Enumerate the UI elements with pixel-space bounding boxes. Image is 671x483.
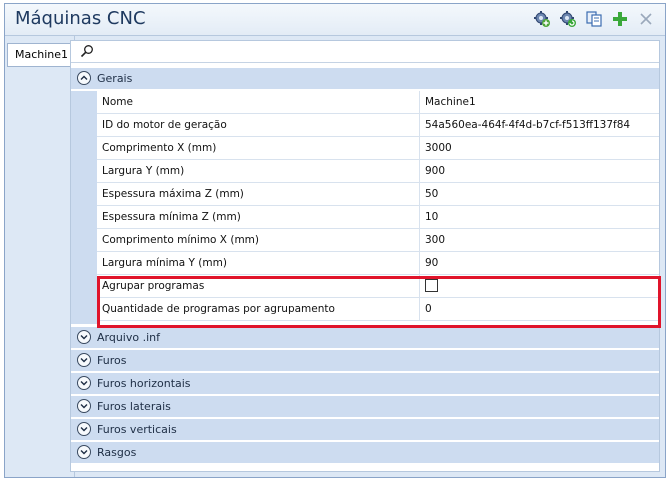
property-row-min-thickness-z[interactable]: Espessura mínima Z (mm) 10 (97, 206, 659, 229)
property-row-min-width-y[interactable]: Largura mínima Y (mm) 90 (97, 252, 659, 275)
chevron-down-icon[interactable] (77, 376, 91, 390)
property-grid: Gerais Nome Machine1 ID do motor de gera… (70, 40, 660, 472)
property-name: Agrupar programas (102, 280, 205, 292)
property-row-min-length-x[interactable]: Comprimento mínimo X (mm) 300 (97, 229, 659, 252)
section-furos-horizontais[interactable]: Furos horizontais (71, 373, 659, 395)
chevron-down-icon[interactable] (77, 445, 91, 459)
gear-refresh-icon[interactable] (559, 10, 577, 28)
property-row-nome[interactable]: Nome Machine1 (97, 91, 659, 114)
property-value[interactable]: 300 (425, 234, 445, 246)
chevron-down-icon[interactable] (77, 353, 91, 367)
add-icon[interactable] (611, 10, 629, 28)
search-bar[interactable] (71, 41, 659, 63)
search-icon (80, 45, 93, 58)
property-name: Quantidade de programas por agrupamento (102, 303, 335, 315)
section-rasgos[interactable]: Rasgos (71, 442, 659, 464)
chevron-down-icon[interactable] (77, 399, 91, 413)
gear-add-icon[interactable] (533, 10, 551, 28)
property-value[interactable]: 90 (425, 257, 438, 269)
property-value[interactable]: 54a560ea-464f-4f4d-b7cf-f513ff137f84 (425, 119, 630, 131)
property-name: Espessura mínima Z (mm) (102, 211, 241, 223)
section-furos-verticais[interactable]: Furos verticais (71, 419, 659, 441)
section-furos-laterais[interactable]: Furos laterais (71, 396, 659, 418)
chevron-up-icon[interactable] (77, 71, 91, 85)
section-label: Furos verticais (97, 423, 177, 436)
property-name: Largura mínima Y (mm) (102, 257, 227, 269)
tab-machine1[interactable]: Machine1 (7, 43, 73, 67)
property-name: Largura Y (mm) (102, 165, 185, 177)
property-name: Comprimento mínimo X (mm) (102, 234, 259, 246)
row-gutter (71, 91, 97, 324)
chevron-down-icon[interactable] (77, 330, 91, 344)
column-divider (419, 183, 420, 205)
close-icon[interactable] (637, 10, 655, 28)
column-divider (419, 137, 420, 159)
property-value[interactable]: 10 (425, 211, 438, 223)
property-value[interactable]: 3000 (425, 142, 452, 154)
machine-tab-strip: Machine1 (5, 36, 75, 477)
column-divider (419, 91, 420, 113)
column-divider (419, 206, 420, 228)
property-value[interactable]: 50 (425, 188, 438, 200)
property-row-max-thickness-z[interactable]: Espessura máxima Z (mm) 50 (97, 183, 659, 206)
copy-icon[interactable] (585, 10, 603, 28)
property-name: ID do motor de geração (102, 119, 227, 131)
column-divider (419, 229, 420, 251)
section-gerais[interactable]: Gerais (71, 68, 659, 90)
property-name: Espessura máxima Z (mm) (102, 188, 244, 200)
section-label: Furos laterais (97, 400, 171, 413)
column-divider (419, 160, 420, 182)
column-divider (419, 252, 420, 274)
column-divider (419, 275, 420, 297)
property-value[interactable]: 900 (425, 165, 445, 177)
column-divider (419, 114, 420, 136)
column-divider (419, 298, 420, 320)
property-row-length-x[interactable]: Comprimento X (mm) 3000 (97, 137, 659, 160)
chevron-down-icon[interactable] (77, 422, 91, 436)
property-value[interactable]: 0 (425, 303, 432, 315)
property-name: Comprimento X (mm) (102, 142, 217, 154)
property-name: Nome (102, 96, 133, 108)
section-label: Gerais (97, 72, 133, 85)
section-furos[interactable]: Furos (71, 350, 659, 372)
property-row-engine-id[interactable]: ID do motor de geração 54a560ea-464f-4f4… (97, 114, 659, 137)
section-label: Furos (97, 354, 127, 367)
property-row-programs-per-group[interactable]: Quantidade de programas por agrupamento … (97, 298, 659, 321)
property-value[interactable]: Machine1 (425, 96, 476, 108)
group-programs-checkbox[interactable] (425, 279, 438, 292)
property-row-width-y[interactable]: Largura Y (mm) 900 (97, 160, 659, 183)
section-arquivo-inf[interactable]: Arquivo .inf (71, 327, 659, 349)
window-title: Máquinas CNC (15, 8, 146, 29)
section-label: Furos horizontais (97, 377, 191, 390)
property-row-group-programs[interactable]: Agrupar programas (97, 275, 659, 298)
section-label: Arquivo .inf (97, 331, 160, 344)
section-label: Rasgos (97, 446, 137, 459)
title-bar: Máquinas CNC (5, 4, 665, 36)
